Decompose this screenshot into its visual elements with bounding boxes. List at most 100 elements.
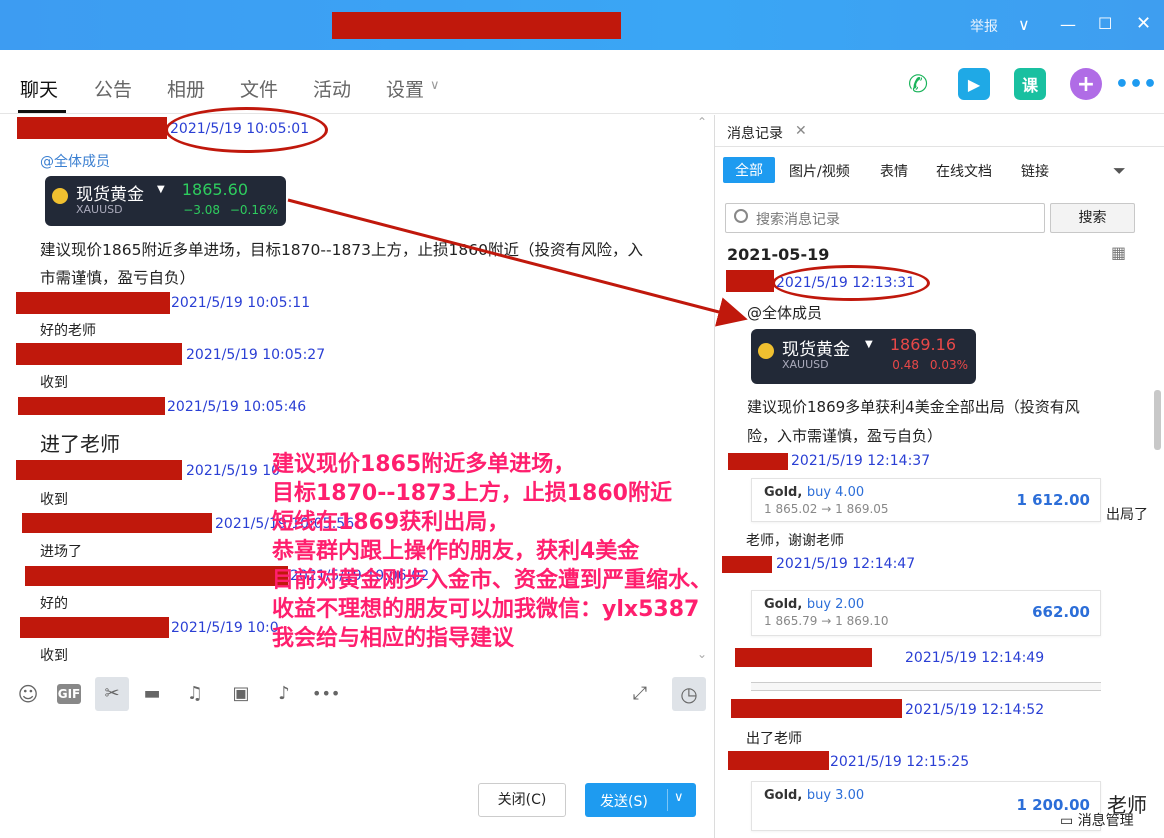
settings-chevron-icon[interactable]: ∨ [430,78,440,93]
more-tools-icon[interactable]: ••• [312,682,340,706]
search-button[interactable]: 搜索 [1050,203,1135,233]
gold-ticker-card[interactable]: 现货黄金 ▼ XAUUSD 1865.60 −3.08 −0.16% [45,176,286,226]
search-placeholder: 搜索消息记录 [756,212,840,228]
trade-sym: Gold, [764,485,803,500]
trade-sym: Gold, [764,597,803,612]
video-call-icon[interactable]: ▶ [958,68,990,100]
mention-all: @全体成员 [747,304,823,322]
tab-activity[interactable]: 活动 [313,75,351,102]
tab-files[interactable]: 文件 [240,75,278,102]
ticker-change: 0.48 [892,358,919,372]
tab-announcement[interactable]: 公告 [94,75,132,102]
report-button[interactable]: 举报 [970,16,998,36]
filter-docs[interactable]: 在线文档 [936,161,992,181]
trade-card[interactable]: Gold, buy 2.00 1 865.79 → 1 869.10 662.0… [751,590,1101,636]
calendar-icon[interactable]: ▦ [1111,243,1126,262]
mention-all[interactable]: @全体成员 [40,151,110,171]
ticker-symbol: XAUUSD [76,203,123,216]
course-icon[interactable]: 课 [1014,68,1046,100]
filter-links[interactable]: 链接 [1021,161,1049,181]
minimize-icon[interactable]: — [1060,15,1076,34]
filter-all[interactable]: 全部 [723,157,775,183]
trade-side: buy 4.00 [806,485,865,500]
redacted-sender [18,397,165,415]
trade-sym: Gold, [764,788,803,803]
tab-settings[interactable]: 设置 [386,75,424,102]
tab-album[interactable]: 相册 [167,75,205,102]
trade-card[interactable]: Gold, buy 3.00 1 200.00 [751,781,1101,831]
ticker-price: 1865.60 [181,180,248,199]
send-options-chevron-icon[interactable]: ∨ [674,790,684,805]
message-text: 险，入市需谨慎，盈亏自负） [747,427,943,445]
gif-icon[interactable]: GIF [57,684,81,704]
history-date: 2021-05-19 [727,245,830,264]
close-icon[interactable]: ✕ [1136,13,1151,34]
message-timestamp: 2021/5/19 12:14:52 [905,702,1045,718]
message-timestamp: 2021/5/19 10:05:46 [167,399,307,415]
overlay-line: 目前对黄金刚步入金市、资金遭到严重缩水、 [272,568,713,593]
trade-card[interactable]: Gold, buy 4.00 1 865.02 → 1 869.05 1 612… [751,478,1101,522]
ticker-change: −3.08 [183,203,220,217]
redacted-sender [16,460,182,480]
trade-symbol: Gold, buy 3.00 [764,788,864,803]
send-button[interactable]: 发送(S) ∨ [585,783,696,817]
message-text: 市需谨慎，盈亏自负） [40,269,196,287]
overlay-line: 恭喜群内跟上操作的朋友，获利4美金 [272,539,640,564]
more-icon[interactable]: ••• [1115,68,1157,100]
filter-media[interactable]: 图片/视频 [789,161,850,181]
ticker-symbol: XAUUSD [782,358,829,371]
redacted-sender [16,292,170,314]
history-scrollbar[interactable] [1154,390,1161,450]
message-text: 好的老师 [40,323,96,339]
message-text: 收到 [40,492,68,508]
bell-icon[interactable]: ♪ [272,682,296,706]
gold-ticker-card[interactable]: 现货黄金 ▼ XAUUSD 1869.16 0.48 0.03% [751,329,976,384]
filter-emoji[interactable]: 表情 [880,161,908,181]
filter-icon[interactable]: ⏷ [1113,161,1126,181]
emoji-icon[interactable]: ☺ [16,682,40,706]
highlight-circle [772,265,930,301]
redacted-sender [735,648,872,667]
history-search-input[interactable]: 搜索消息记录 [725,203,1045,233]
image-icon[interactable]: ▣ [229,682,253,706]
phone-call-icon[interactable]: ✆ [902,68,934,100]
ticker-change-pct: −0.16% [229,203,278,217]
collapse-up-icon[interactable]: ⌃ [697,115,707,129]
title-bar: 举报 ∨ — ☐ ✕ [0,0,1164,50]
add-app-icon[interactable]: + [1070,68,1102,100]
chevron-down-icon[interactable]: ∨ [1018,15,1030,34]
expand-icon[interactable]: ⤢ [628,682,652,706]
trade-symbol: Gold, buy 4.00 [764,485,864,500]
scissors-icon[interactable]: ✂ [95,677,129,711]
redacted-sender [17,117,167,139]
history-clock-icon[interactable]: ◷ [672,677,706,711]
message-manager-button[interactable]: ▭ 消息管理 [1060,810,1134,830]
message-timestamp: 2021/5/19 10:0 [171,620,279,636]
close-history-icon[interactable]: ✕ [795,123,807,139]
maximize-icon[interactable]: ☐ [1098,14,1112,33]
message-timestamp: 2021/5/19 12:14:49 [905,650,1045,666]
message-timestamp: 2021/5/19 12:15:25 [830,754,970,770]
trade-range: 1 865.79 → 1 869.10 [764,614,889,628]
redacted-sender [728,453,788,470]
music-icon[interactable]: ♫ [183,682,207,706]
message-text: 进了老师 [40,432,120,456]
overlay-line: 收益不理想的朋友可以加我微信：ylx5387 [272,597,700,622]
message-text: 收到 [40,375,68,391]
overlay-line: 目标1870--1873上方，止损1860附近 [272,481,672,506]
tab-chat[interactable]: 聊天 [20,75,58,102]
message-text: 进场了 [40,544,82,560]
trade-symbol: Gold, buy 2.00 [764,597,864,612]
history-tab-title[interactable]: 消息记录 [727,123,783,143]
main-tabs: 聊天 公告 相册 文件 活动 设置 ∨ ✆ ▶ 课 + ••• [0,50,1164,114]
ticker-dropdown-icon[interactable]: ▼ [865,339,873,350]
folder-icon[interactable]: ▬ [140,682,164,706]
message-text: 老师，谢谢老师 [746,533,844,549]
message-timestamp: 2021/5/19 12:14:47 [776,556,916,572]
ticker-dropdown-icon[interactable]: ▼ [157,184,165,195]
ticker-name: 现货黄金 [76,185,144,205]
close-button[interactable]: 关闭(C) [478,783,566,817]
trade-side: buy 3.00 [806,788,865,803]
message-timestamp: 2021/5/19 10 [186,463,281,479]
history-tab-header: 消息记录 ✕ [715,115,1164,147]
